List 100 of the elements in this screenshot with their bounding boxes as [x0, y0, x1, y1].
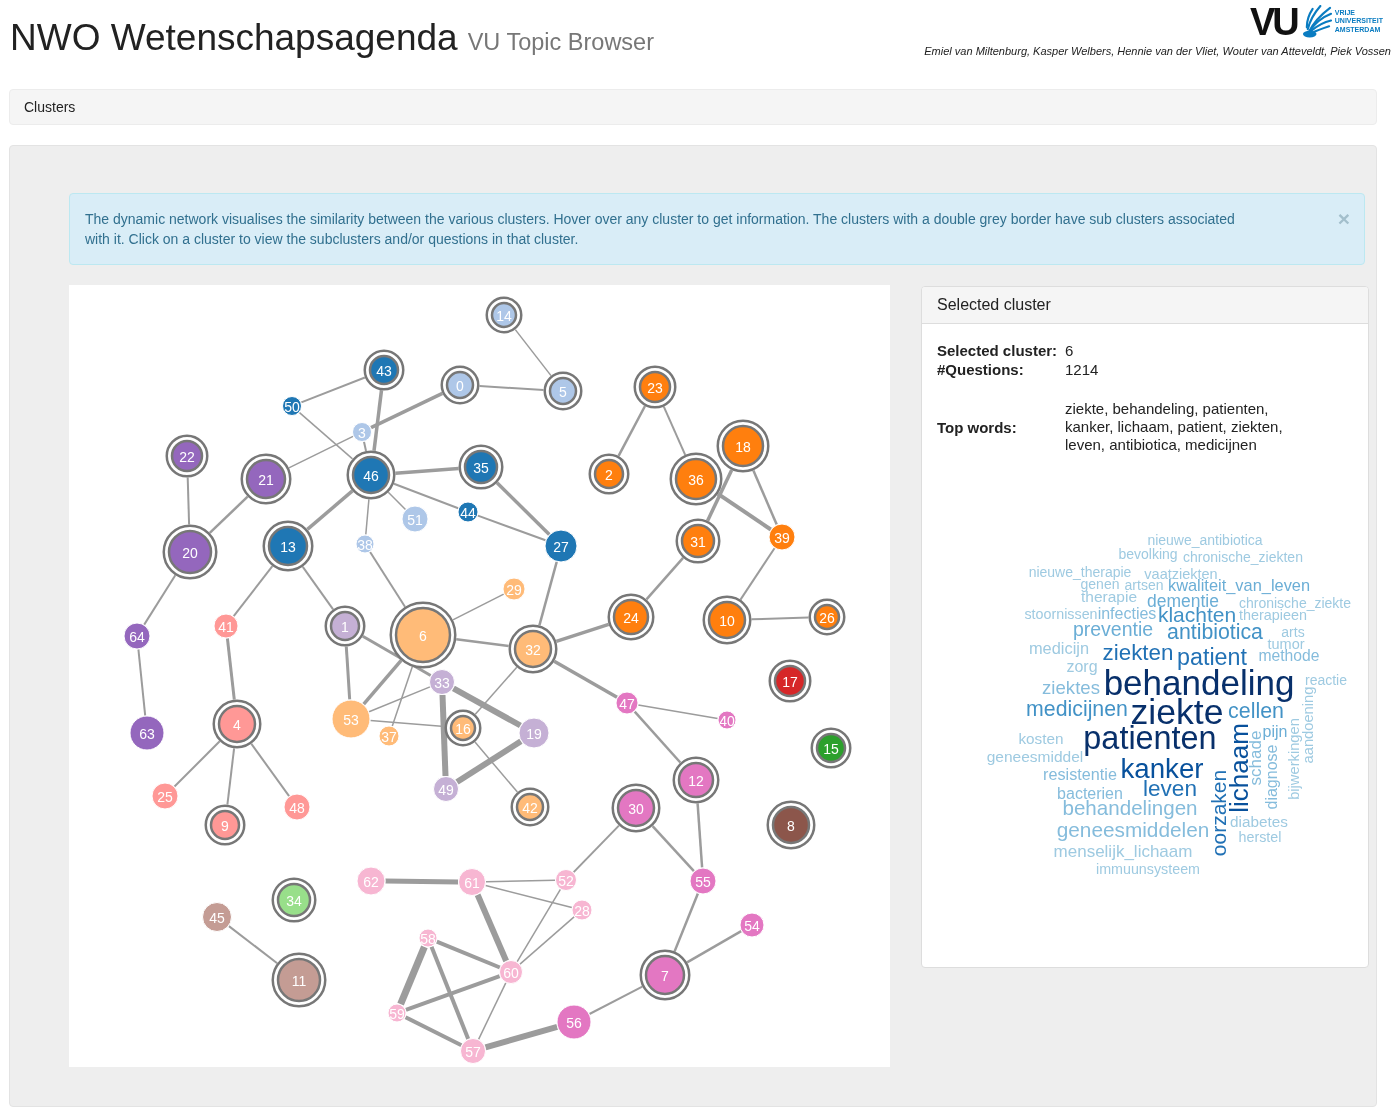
breadcrumb-item[interactable]: Clusters: [24, 99, 76, 115]
cluster-node[interactable]: 46: [346, 450, 396, 500]
edge-line: [553, 659, 618, 699]
cluster-node[interactable]: 42: [510, 787, 550, 827]
cluster-node[interactable]: 27: [544, 529, 578, 563]
cluster-node[interactable]: 31: [675, 518, 721, 564]
cluster-node[interactable]: 63: [129, 715, 165, 751]
edge-line: [232, 565, 274, 618]
cluster-node[interactable]: 1: [324, 605, 366, 647]
cluster-node[interactable]: 5: [543, 371, 583, 411]
cluster-node[interactable]: 55: [689, 867, 717, 895]
edge-line: [478, 385, 545, 391]
cloud-word: chronische_ziekte: [1238, 595, 1352, 610]
cluster-node[interactable]: 41: [213, 613, 239, 639]
cloud-word: kosten: [1018, 731, 1064, 747]
cluster-node[interactable]: 20: [162, 524, 218, 580]
cluster-node[interactable]: 18: [716, 419, 770, 473]
cluster-node[interactable]: 34: [271, 877, 317, 923]
field-label: Top words:: [937, 417, 1018, 437]
cluster-node[interactable]: 4: [212, 699, 262, 749]
page-subtitle: VU Topic Browser: [467, 29, 654, 56]
cluster-node[interactable]: 50: [282, 396, 302, 416]
cloud-word: arts: [1281, 624, 1305, 639]
edge-line: [617, 405, 647, 457]
cluster-node[interactable]: 19: [518, 717, 550, 749]
cluster-node[interactable]: 9: [204, 804, 246, 846]
cluster-node[interactable]: 39: [768, 523, 796, 551]
cluster-node[interactable]: 29: [502, 577, 526, 601]
alert-message: The dynamic network visualises the similarity between the various clusters. Hover over any cluster to get information. The clusters with a double grey border have sub clusters associated with it. Click on a cluster to view the subclusters and/or questions in that cluster.: [85, 210, 1236, 249]
cluster-node[interactable]: 60: [499, 960, 523, 984]
cluster-node[interactable]: 58: [418, 928, 438, 948]
cluster-node[interactable]: 45: [202, 902, 232, 932]
cluster-node[interactable]: 12: [672, 756, 720, 804]
cluster-node[interactable]: 28: [571, 899, 593, 921]
cluster-node[interactable]: 16: [444, 709, 482, 747]
edge-line: [226, 747, 236, 806]
cluster-node[interactable]: 52: [555, 869, 577, 891]
cloud-word: ziekten: [1102, 642, 1174, 665]
cluster-node[interactable]: 62: [356, 866, 386, 896]
cluster-node[interactable]: 35: [458, 444, 504, 490]
cluster-node[interactable]: 17: [768, 659, 812, 703]
cloud-word: pijn: [1262, 723, 1288, 740]
cluster-node[interactable]: 11: [271, 952, 327, 1008]
cluster-node[interactable]: 48: [283, 793, 311, 821]
cluster-node[interactable]: 2: [588, 453, 630, 495]
cluster-node[interactable]: 30: [611, 783, 661, 833]
edge-line: [227, 925, 279, 965]
cluster-node[interactable]: 54: [739, 912, 765, 938]
field-label: Selected cluster:: [937, 341, 1059, 360]
cluster-node[interactable]: 59: [387, 1003, 407, 1023]
cluster-node[interactable]: 47: [615, 691, 639, 715]
cluster-node[interactable]: 32: [508, 624, 558, 674]
cloud-word: herstel: [1238, 829, 1282, 844]
cluster-node[interactable]: 3: [352, 422, 372, 442]
edge-line: [662, 405, 687, 456]
cloud-word: nieuwe_therapie: [1028, 564, 1132, 579]
cluster-node[interactable]: 56: [556, 1004, 592, 1040]
cluster-node[interactable]: 53: [331, 699, 371, 739]
cloud-word: ziektes: [1042, 678, 1100, 697]
cluster-node[interactable]: 21: [240, 453, 292, 505]
cloud-word: medicijnen: [1026, 699, 1128, 721]
cloud-word: stoornissen: [1024, 606, 1098, 621]
cluster-node[interactable]: 61: [458, 868, 486, 896]
cluster-node[interactable]: 44: [457, 501, 479, 523]
cloud-word: resistentie: [1043, 765, 1117, 782]
cluster-node[interactable]: 40: [717, 710, 737, 730]
cloud-word: nieuwe_antibiotica: [1147, 532, 1263, 547]
cluster-node[interactable]: 26: [808, 598, 846, 636]
edge-line: [301, 565, 335, 611]
edge-line: [365, 498, 370, 536]
cluster-node[interactable]: 7: [639, 949, 691, 1001]
cluster-node[interactable]: 51: [401, 505, 429, 533]
cluster-node[interactable]: 24: [607, 593, 655, 641]
close-button[interactable]: ×: [1337, 209, 1350, 229]
cluster-node[interactable]: 43: [363, 349, 405, 391]
cluster-node[interactable]: 57: [460, 1038, 486, 1064]
cluster-node[interactable]: 36: [669, 452, 723, 506]
cluster-node[interactable]: 23: [633, 365, 677, 409]
cluster-node[interactable]: 13: [262, 520, 314, 572]
cluster-node[interactable]: 49: [433, 776, 459, 802]
cluster-node[interactable]: 14: [485, 296, 523, 334]
cluster-node[interactable]: 6: [389, 601, 457, 669]
field-value: 6: [1065, 341, 1074, 360]
cluster-node[interactable]: 33: [429, 669, 455, 695]
cluster-node[interactable]: 64: [123, 622, 151, 650]
edge-line: [588, 985, 644, 1015]
page-title: NWO Wetenschapsagenda: [10, 17, 458, 59]
cluster-node[interactable]: 38: [355, 534, 375, 554]
cluster-node[interactable]: 0: [440, 365, 480, 405]
cluster-node[interactable]: 8: [766, 800, 816, 850]
edge-line: [514, 328, 552, 377]
cluster-node[interactable]: 22: [165, 434, 209, 478]
cloud-word: reactie: [1305, 672, 1347, 687]
cluster-node[interactable]: 15: [810, 727, 852, 769]
cloud-word: diabetes: [1230, 814, 1288, 830]
cluster-node[interactable]: 10: [702, 595, 752, 645]
edge-line: [369, 551, 406, 608]
cluster-node[interactable]: 37: [378, 725, 400, 747]
cluster-node[interactable]: 25: [151, 782, 179, 810]
cloud-word: methode: [1258, 647, 1320, 664]
